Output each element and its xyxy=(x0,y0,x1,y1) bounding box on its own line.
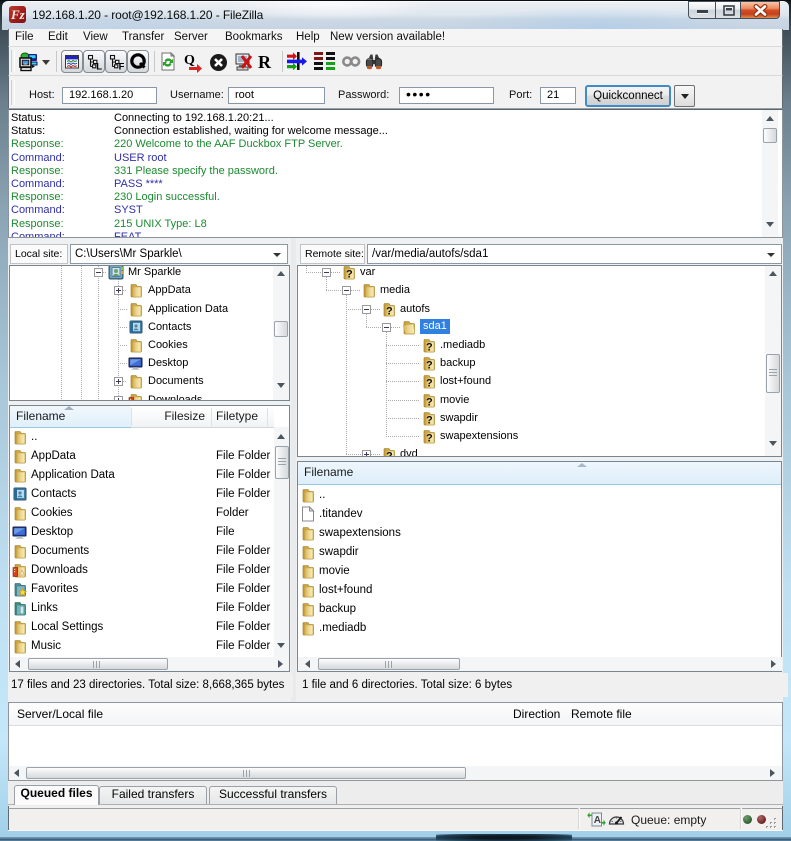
svg-text:Q: Q xyxy=(184,53,195,68)
svg-text:Fz: Fz xyxy=(10,7,26,22)
svg-text:L: L xyxy=(96,62,102,71)
svg-text:A: A xyxy=(594,815,601,826)
svg-text:F: F xyxy=(119,62,124,71)
